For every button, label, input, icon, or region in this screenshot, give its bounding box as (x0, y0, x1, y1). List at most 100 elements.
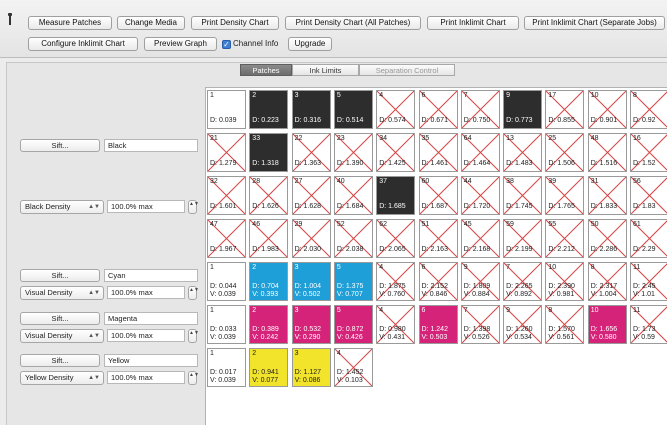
patch-tile[interactable]: 50 D: 2.286 (587, 219, 627, 258)
max-stepper-cyan[interactable]: ▲▼ (188, 286, 199, 300)
patch-tile[interactable]: 45 D: 2.168 (460, 219, 500, 258)
patch-tile[interactable]: 3 D: 0.316 (291, 90, 331, 129)
patch-tile[interactable]: 29 D: 2.030 (291, 219, 331, 258)
patch-tile[interactable]: 5 D: 0.514 (333, 90, 373, 129)
pushpin-icon[interactable] (7, 13, 13, 27)
patch-tile[interactable]: 2 D: 0.223 (249, 90, 289, 129)
channel-name-magenta[interactable]: Magenta (104, 312, 198, 325)
channel-info-checkbox[interactable]: ✓ Channel Info (222, 37, 278, 51)
patch-tile[interactable]: 60 D: 1.687 (418, 176, 458, 215)
print-inklimit-chart-separate-button[interactable]: Print Inklimit Chart (Separate Jobs) (524, 16, 665, 30)
patch-tile[interactable]: 4 D: 1.875 V: 0.760 (376, 262, 416, 301)
patch-tile[interactable]: 11 D: 1.73 V: 0.59 (630, 305, 667, 344)
patch-tile[interactable]: 17 D: 0.855 (545, 90, 585, 129)
tab-ink-limits[interactable]: Ink Limits (292, 64, 359, 76)
patch-tile[interactable]: 33 D: 1.318 (249, 133, 289, 172)
print-inklimit-chart-button[interactable]: Print Inklimit Chart (427, 16, 519, 30)
max-field-magenta[interactable]: 100.0% max (107, 329, 185, 342)
print-density-chart-button[interactable]: Print Density Chart (191, 16, 279, 30)
patch-tile[interactable]: 3 D: 0.532 V: 0.290 (291, 305, 331, 344)
patch-tile[interactable]: 59 D: 2.199 (503, 219, 543, 258)
patch-tile[interactable]: 64 D: 1.464 (460, 133, 500, 172)
patch-tile[interactable]: 22 D: 1.363 (291, 133, 331, 172)
patch-tile[interactable]: 1 D: 0.039 (207, 90, 246, 129)
patch-tile[interactable]: 44 D: 1.720 (460, 176, 500, 215)
patch-tile[interactable]: 25 D: 1.506 (545, 133, 585, 172)
patch-tile[interactable]: 27 D: 1.628 (291, 176, 331, 215)
sift-button-magenta[interactable]: Sift... (20, 312, 100, 325)
patch-tile[interactable]: 62 D: 2.065 (376, 219, 416, 258)
patch-tile[interactable]: 1 D: 0.033 V: 0.039 (207, 305, 246, 344)
channel-name-black[interactable]: Black (104, 139, 198, 152)
patch-tile[interactable]: 11 D: 2.45 V: 1.01 (630, 262, 667, 301)
patch-tile[interactable]: 35 D: 1.461 (418, 133, 458, 172)
patch-tile[interactable]: 10 D: 2.390 V: 0.981 (545, 262, 585, 301)
sift-button-black[interactable]: Sift... (20, 139, 100, 152)
patch-tile[interactable]: 1 D: 0.017 V: 0.039 (207, 348, 246, 387)
patch-tile[interactable]: 2 D: 0.389 V: 0.242 (249, 305, 289, 344)
patch-tile[interactable]: 23 D: 1.390 (333, 133, 373, 172)
patch-tile[interactable]: 8 D: 1.570 V: 0.561 (545, 305, 585, 344)
density-select-magenta[interactable]: Visual Density ▲▼ (20, 329, 104, 343)
max-field-yellow[interactable]: 100.0% max (107, 371, 185, 384)
patch-tile[interactable]: 9 D: 1.260 V: 0.534 (503, 305, 543, 344)
patch-tile[interactable]: 46 D: 1.983 (249, 219, 289, 258)
density-select-black[interactable]: Black Density ▲▼ (20, 200, 104, 214)
patch-tile[interactable]: 47 D: 1.967 (207, 219, 246, 258)
patch-tile[interactable]: 31 D: 1.833 (587, 176, 627, 215)
patch-tile[interactable]: 28 D: 1.626 (249, 176, 289, 215)
sift-button-yellow[interactable]: Sift... (20, 354, 100, 367)
patch-tile[interactable]: 6 D: 0.671 (418, 90, 458, 129)
max-field-black[interactable]: 100.0% max (107, 200, 185, 213)
change-media-button[interactable]: Change Media (117, 16, 185, 30)
channel-name-cyan[interactable]: Cyan (104, 269, 198, 282)
patch-tile[interactable]: 9 D: 0.773 (503, 90, 543, 129)
patch-tile[interactable]: 51 D: 2.163 (418, 219, 458, 258)
patch-tile[interactable]: 52 D: 2.038 (333, 219, 373, 258)
print-density-chart-all-button[interactable]: Print Density Chart (All Patches) (285, 16, 421, 30)
patch-tile[interactable]: 3 D: 1.127 V: 0.086 (291, 348, 331, 387)
tab-separation-control[interactable]: Separation Control (359, 64, 455, 76)
patch-tile[interactable]: 6 D: 2.152 V: 0.846 (418, 262, 458, 301)
patch-tile[interactable]: 7 D: 2.265 V: 0.892 (503, 262, 543, 301)
max-field-cyan[interactable]: 100.0% max (107, 286, 185, 299)
patch-tile[interactable]: 9 D: 1.809 V: 0.884 (460, 262, 500, 301)
patch-tile[interactable]: 40 D: 1.684 (333, 176, 373, 215)
density-select-cyan[interactable]: Visual Density ▲▼ (20, 286, 104, 300)
patch-tile[interactable]: 2 D: 0.704 V: 0.393 (249, 262, 289, 301)
patch-tile[interactable]: 4 D: 0.574 (376, 90, 416, 129)
configure-inklimit-chart-button[interactable]: Configure Inklimit Chart (28, 37, 138, 51)
patch-tile[interactable]: 5 D: 1.375 V: 0.707 (333, 262, 373, 301)
patch-tile[interactable]: 39 D: 1.765 (545, 176, 585, 215)
tab-patches[interactable]: Patches (240, 64, 292, 76)
patch-tile[interactable]: 8 D: 2.317 V: 1.004 (587, 262, 627, 301)
patch-tile[interactable]: 4 D: 0.980 V: 0.431 (376, 305, 416, 344)
patch-tile[interactable]: 1 D: 0.044 V: 0.039 (207, 262, 246, 301)
max-stepper-yellow[interactable]: ▲▼ (188, 371, 199, 385)
patch-tile[interactable]: 32 D: 1.601 (207, 176, 246, 215)
measure-patches-button[interactable]: Measure Patches (28, 16, 112, 30)
patch-tile[interactable]: 4 D: 1.452 V: 0.103 (333, 348, 373, 387)
patch-tile[interactable]: 2 D: 0.941 V: 0.077 (249, 348, 289, 387)
patch-tile[interactable]: 37 D: 1.685 (376, 176, 416, 215)
channel-name-yellow[interactable]: Yellow (104, 354, 198, 367)
patch-tile[interactable]: 8 D: 0.92 (630, 90, 667, 129)
patch-tile[interactable]: 61 D: 2.29 (630, 219, 667, 258)
patch-tile[interactable]: 55 D: 2.212 (545, 219, 585, 258)
patch-tile[interactable]: 38 D: 1.745 (503, 176, 543, 215)
patch-tile[interactable]: 13 D: 1.483 (503, 133, 543, 172)
patch-tile[interactable]: 10 D: 1.656 V: 0.580 (587, 305, 627, 344)
max-stepper-magenta[interactable]: ▲▼ (188, 329, 199, 343)
patch-tile[interactable]: 10 D: 0.901 (587, 90, 627, 129)
sift-button-cyan[interactable]: Sift... (20, 269, 100, 282)
patch-tile[interactable]: 6 D: 1.242 V: 0.503 (418, 305, 458, 344)
patch-tile[interactable]: 5 D: 0.872 V: 0.426 (333, 305, 373, 344)
preview-graph-button[interactable]: Preview Graph (144, 37, 217, 51)
patch-tile[interactable]: 16 D: 1.52 (630, 133, 667, 172)
density-select-yellow[interactable]: Yellow Density ▲▼ (20, 371, 104, 385)
patch-tile[interactable]: 7 D: 0.750 (460, 90, 500, 129)
patch-tile[interactable]: 3 D: 1.004 V: 0.502 (291, 262, 331, 301)
patch-tile[interactable]: 21 D: 1.279 (207, 133, 246, 172)
patch-tile[interactable]: 48 D: 1.516 (587, 133, 627, 172)
patch-tile[interactable]: 7 D: 1.398 V: 0.526 (460, 305, 500, 344)
